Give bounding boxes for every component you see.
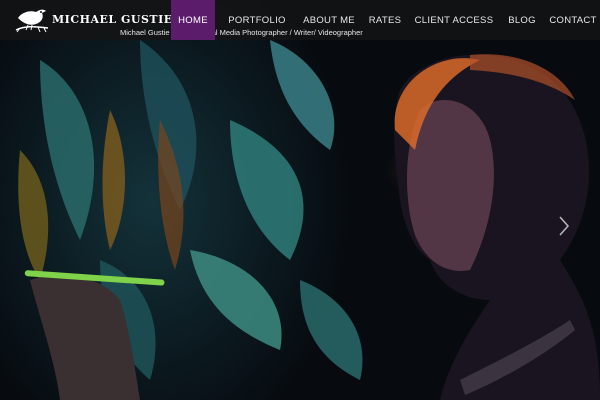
nav-about-me[interactable]: ABOUT ME bbox=[300, 0, 358, 40]
hero-photo bbox=[0, 0, 600, 400]
nav-client-access[interactable]: CLIENT ACCESS bbox=[412, 0, 496, 40]
chevron-right-icon[interactable] bbox=[556, 214, 572, 238]
top-navigation-bar: MICHAEL GUSTIE Michael Gustie - Professi… bbox=[0, 0, 600, 40]
hero-illustration bbox=[18, 40, 600, 400]
nav-contact[interactable]: CONTACT bbox=[548, 0, 598, 40]
main-menu: HOME PORTFOLIO ABOUT ME RATES CLIENT ACC… bbox=[171, 0, 600, 40]
logo-text: MICHAEL GUSTIE bbox=[52, 12, 173, 26]
nav-rates[interactable]: RATES bbox=[364, 0, 406, 40]
nav-home[interactable]: HOME bbox=[171, 0, 215, 40]
bird-on-branch-icon bbox=[15, 9, 49, 33]
nav-portfolio[interactable]: PORTFOLIO bbox=[222, 0, 292, 40]
nav-blog[interactable]: BLOG bbox=[500, 0, 544, 40]
